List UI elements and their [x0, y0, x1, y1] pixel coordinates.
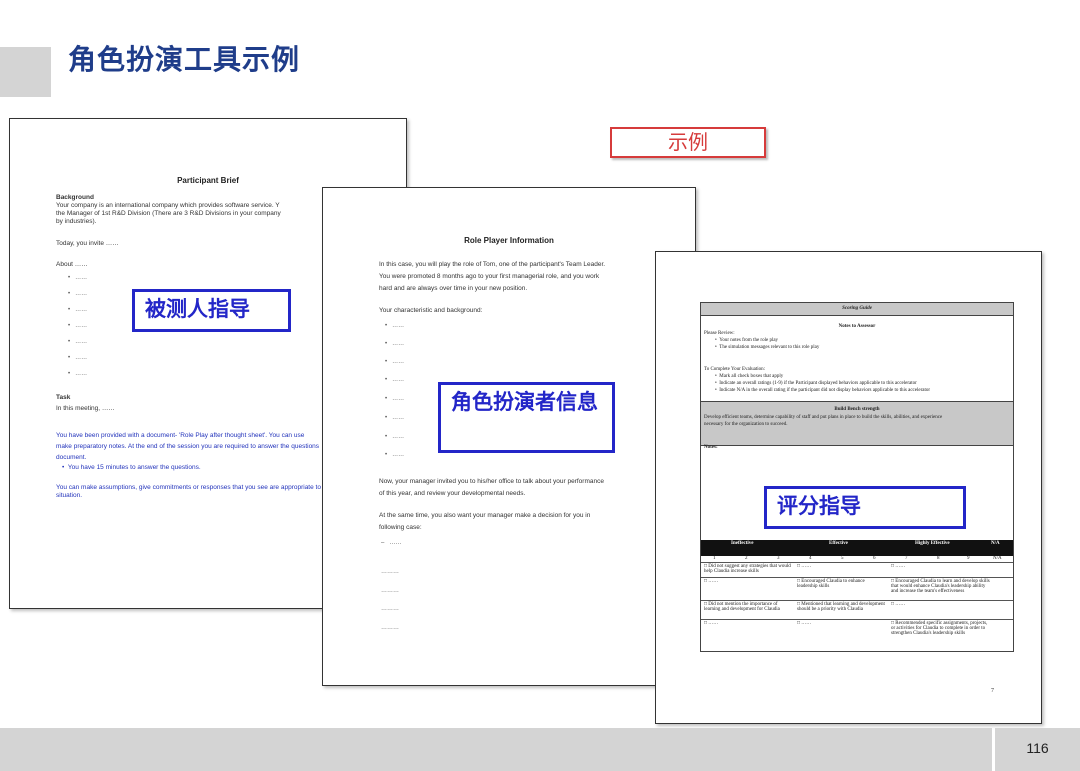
complete-item: • Mark all check boxes that apply [715, 374, 784, 379]
col-na: N/A [991, 541, 1000, 546]
doc-title: Participant Brief [177, 176, 239, 185]
complete-item: • Indicate an overall ratings (1-9) if t… [715, 381, 917, 386]
notes-heading: Notes to Assessor [838, 324, 876, 329]
review-item: • Your notes from the role play [715, 338, 779, 343]
doc-page-number: 7 [991, 688, 994, 694]
to-complete: To Complete Your Evaluation: [704, 367, 766, 372]
case-detail: ……… [381, 588, 399, 594]
slide-title: 角色扮演工具示例 [68, 43, 301, 76]
list-item: • …… [68, 275, 88, 281]
list-item: • …… [68, 371, 88, 377]
review-item: • The simulation messages relevant to th… [715, 345, 820, 350]
provided-text-1: You have been provided with a document- … [56, 432, 305, 439]
list-item: • …… [68, 291, 88, 297]
characteristic-heading: Your characteristic and background: [379, 307, 483, 314]
col-ineffective: Ineffective [731, 541, 754, 546]
list-item: • …… [68, 323, 88, 329]
example-badge: 示例 [610, 127, 766, 158]
list-item: • …… [385, 359, 405, 365]
table-row: □ …… □ …… □ Recommended specific assignm… [704, 621, 988, 636]
about-text: About …… [56, 261, 88, 268]
assume-text-2: situation. [56, 492, 83, 499]
scoring-guide-label: 评分指导 [764, 486, 966, 529]
same-text-1: At the same time, you also want your man… [379, 512, 591, 519]
intro-text-2: You were promoted 8 months ago to your f… [379, 273, 600, 280]
table-row: □ …… □ Encouraged Claudia to enhance lea… [701, 578, 1013, 601]
list-item: • …… [385, 341, 405, 347]
minutes-text: • You have 15 minutes to answer the ques… [62, 464, 201, 471]
sheet-title: Scoring Guide [701, 303, 1013, 316]
rating-header: Ineffective Effective Highly Effective N… [701, 540, 1013, 556]
col-highly-effective: Highly Effective [915, 541, 950, 546]
case-detail: ……… [381, 569, 399, 575]
provided-text-3: document. [56, 454, 87, 461]
case-detail: ……… [381, 606, 399, 612]
now-text-2: of this year, and review your developmen… [379, 490, 526, 497]
notes-label: Notes: [704, 445, 718, 450]
assume-text-1: You can make assumptions, give commitmen… [56, 484, 321, 491]
participant-guide-label: 被测人指导 [132, 289, 291, 332]
competency-title: Build Bench strength [834, 407, 880, 412]
intro-text-1: In this case, you will play the role of … [379, 261, 606, 268]
background-text-3: by industries). [56, 218, 97, 225]
today-text: Today, you invite …… [56, 240, 119, 247]
footer-bar [0, 728, 992, 771]
rating-scale: 1 2 3 4 5 6 7 8 9 N/A [701, 556, 1013, 563]
list-item: • …… [68, 307, 88, 313]
list-item: • …… [385, 434, 405, 440]
col-effective: Effective [829, 541, 848, 546]
case-detail: ……… [381, 625, 399, 631]
case-item: – …… [381, 540, 402, 546]
task-text: In this meeting, …… [56, 405, 115, 412]
please-review: Please Review: [704, 331, 735, 336]
list-item: • …… [385, 377, 405, 383]
provided-text-2: make preparatory notes. At the end of th… [56, 443, 320, 450]
same-text-2: following case: [379, 524, 422, 531]
intro-text-3: hard and are always over time in your ne… [379, 285, 528, 292]
table-row: □ Did not mention the importance of lear… [701, 601, 1013, 620]
list-item: • …… [385, 452, 405, 458]
list-item: • …… [68, 355, 88, 361]
page-number: 116 [1026, 740, 1049, 756]
scoring-sheet: Scoring Guide Notes to Assessor Please R… [700, 302, 1014, 652]
role-player-info-label: 角色扮演者信息 [438, 382, 615, 453]
title-accent-block [0, 47, 51, 97]
doc-title: Role Player Information [464, 236, 554, 245]
now-text-1: Now, your manager invited you to his/her… [379, 478, 604, 485]
list-item: • …… [385, 396, 405, 402]
competency-text-1: Develop efficient teams, determine capab… [704, 415, 943, 420]
list-item: • …… [385, 323, 405, 329]
table-row: □ Did not suggest any strategies that wo… [701, 563, 1013, 578]
list-item: • …… [68, 339, 88, 345]
competency-band: Build Bench strength Develop efficient t… [701, 401, 1013, 446]
task-heading: Task [56, 394, 71, 401]
competency-text-2: necessary for the organization to succee… [704, 422, 788, 427]
list-item: • …… [385, 415, 405, 421]
complete-item: • Indicate N/A in the overall rating if … [715, 388, 931, 393]
